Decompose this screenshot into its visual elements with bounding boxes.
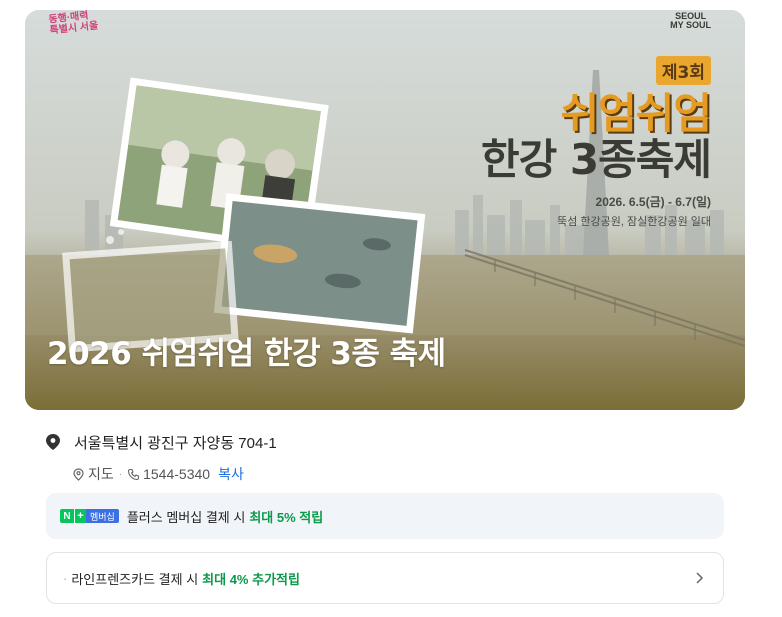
membership-benefit[interactable]: N + 멤버십 플러스 멤버십 결제 시 최대 5% 적립 [46,493,724,539]
address-row: 서울특별시 광진구 자양동 704-1 [46,430,726,454]
copy-phone-button[interactable]: 복사 [218,464,244,484]
logo-right-line2: MY SOUL [670,20,711,30]
badge-n: N [60,509,74,523]
poster-dates: 2026. 6.5(금) - 6.7(일) [595,194,711,209]
address-sub-row: 지도 · 1544-5340 복사 [72,464,726,484]
map-link[interactable]: 지도 [88,464,114,484]
card-offer-text: 라인프렌즈카드 결제 시 [71,571,199,587]
poster-title-line2: 한강 3종축제 [480,135,712,185]
poster-edition-badge: 제3회 [655,56,711,85]
poster-heading: 제3회 쉬엄쉬엄 한강 3종축제 2026. 6.5(금) - 6.7(일) 뚝… [480,56,712,229]
event-title: 2026 쉬엄쉬엄 한강 3종 축제 [47,336,446,372]
badge-label: 멤버십 [86,509,119,523]
bullet: · [63,570,68,586]
place-info: 서울특별시 광진구 자양동 704-1 지도 · 1544-5340 복사 [46,430,726,484]
membership-text: 플러스 멤버십 결제 시 [126,509,246,525]
phone-number[interactable]: 1544-5340 [143,466,210,482]
separator-dot: · [118,468,123,480]
membership-highlight: 최대 5% 적립 [249,509,324,525]
card-offer-row[interactable]: · 라인프렌즈카드 결제 시 최대 4% 추가적립 [46,552,724,604]
phone-icon [127,468,140,481]
card-offer-highlight: 최대 4% 추가적립 [202,571,300,587]
naver-plus-membership-badge: N + 멤버십 [60,509,119,523]
map-pin-icon [46,434,60,450]
poster-venue: 뚝섬 한강공원, 잠실한강공원 일대 [557,215,711,228]
map-marker-outline-icon [72,467,85,481]
badge-plus: + [74,509,86,523]
chevron-right-icon [695,569,705,587]
seoul-my-soul-logo: SEOUL MY SOUL [670,12,711,30]
address-text: 서울특별시 광진구 자양동 704-1 [74,434,277,452]
poster-title-line1: 쉬엄쉬엄 [560,89,712,138]
event-banner[interactable]: 동행·매력 특별시 서울 SEOUL MY SOUL 제3회 쉬엄쉬엄 한강 3… [25,10,745,410]
